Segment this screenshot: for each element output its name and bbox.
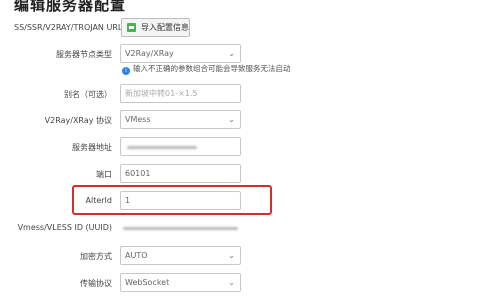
server-address-label: 服务器地址 [72,143,112,152]
server-type-label: 服务器节点类型 [56,50,112,59]
redacted-value [127,146,197,149]
chevron-down-icon: ⌄ [228,115,235,124]
uuid-label: Vmess/VLESS ID (UUID) [17,223,112,232]
chevron-down-icon: ⌄ [228,251,235,260]
port-input[interactable]: 60101 [120,164,241,183]
server-type-hint-text: 输入不正确的参数组合可能会导致服务无法启动 [133,64,291,73]
import-config-button[interactable]: 导入配置信息 [121,18,190,37]
protocol-value: VMess [125,115,151,124]
chevron-down-icon: ⌄ [228,278,235,287]
port-label: 端口 [96,170,112,179]
highlight-box [72,185,272,215]
page-title: 编辑服务器配置 [14,0,127,14]
server-type-hint: i 输入不正确的参数组合可能会导致服务无法启动 [122,63,291,75]
server-address-input[interactable] [120,137,241,156]
transport-label: 传输协议 [80,279,112,288]
uuid-input[interactable] [120,218,241,237]
transport-value: WebSocket [125,278,170,287]
redacted-value [123,227,238,230]
encryption-select[interactable]: AUTO ⌄ [120,246,241,265]
transport-select[interactable]: WebSocket ⌄ [120,273,241,292]
alias-label: 别名（可选） [64,90,112,99]
encryption-label: 加密方式 [80,252,112,261]
import-config-button-label: 导入配置信息 [141,23,189,32]
url-import-label: SS/SSR/V2RAY/TROJAN URL [14,23,123,32]
server-type-value: V2Ray/XRay [125,49,174,58]
encryption-value: AUTO [125,251,148,260]
protocol-label: V2Ray/XRay 协议 [44,116,112,125]
alias-input[interactable]: 新加坡中转01-×1.5 [120,84,241,103]
import-icon [127,23,136,32]
server-type-select[interactable]: V2Ray/XRay ⌄ [120,44,241,63]
chevron-down-icon: ⌄ [228,49,235,58]
protocol-select[interactable]: VMess ⌄ [120,110,241,129]
info-icon: i [122,67,130,75]
